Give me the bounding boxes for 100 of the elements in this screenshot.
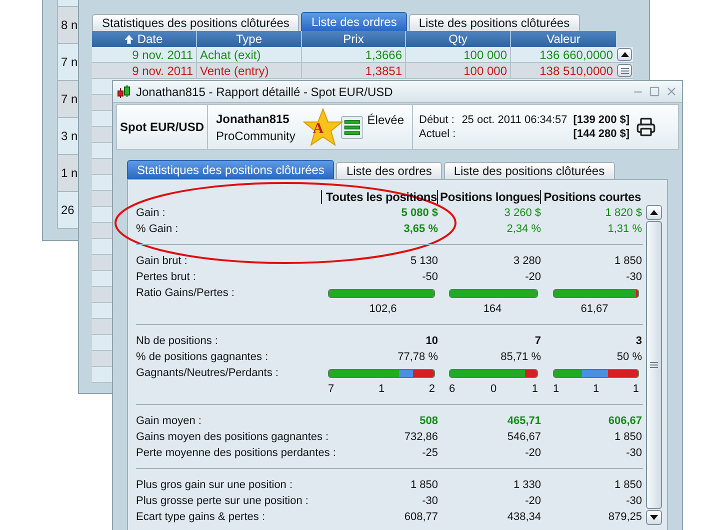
stat-value: 85,71 % — [500, 351, 542, 363]
stat-value: -25 — [422, 447, 439, 459]
column-header: Positions longues — [437, 190, 540, 204]
stat-value: 3 — [636, 335, 643, 347]
stat-value: 508 — [420, 415, 439, 427]
tab[interactable]: Liste des positions clôturées — [408, 14, 580, 31]
stat-label: Gain brut : — [136, 255, 188, 267]
table-cell: 138 510,0000 — [510, 63, 616, 78]
outcome-count: 2 — [428, 383, 435, 395]
outcome-count: 1 — [632, 383, 639, 395]
tab[interactable]: Liste des positions clôturées — [444, 162, 615, 179]
ratio-value: 61,67 — [580, 303, 608, 315]
stat-value: 1 850 — [410, 479, 439, 491]
stat-label: Ratio Gains/Pertes : — [136, 287, 236, 299]
stat-value: -20 — [525, 495, 542, 507]
stat-value: 1 850 — [614, 431, 643, 443]
stat-value: 732,86 — [404, 431, 439, 443]
stat-value: 3 260 $ — [504, 207, 542, 219]
date-cell: 7 n — [61, 55, 78, 69]
stat-value: 608,77 — [404, 511, 439, 523]
outcome-count: 1 — [553, 383, 560, 395]
stat-value: 546,67 — [507, 431, 542, 443]
date-cell: 7 n — [61, 92, 78, 106]
table-cell-text: 9 nov. 2011 — [131, 47, 194, 62]
current-value: [144 280 $] — [573, 128, 630, 140]
table-row[interactable]: 9 nov. 2011 Achat (exit) 1,3666 100 000 136 660,0000 — [92, 47, 633, 63]
community-label: ProCommunity — [216, 128, 296, 142]
outcome-count: 1 — [532, 383, 538, 395]
stat-value: 879,25 — [608, 511, 643, 523]
stat-value: 3,65 % — [404, 223, 439, 235]
stat-label: Gagnants/Neutres/Perdants : — [136, 367, 280, 379]
stat-value: -20 — [525, 447, 542, 459]
column-header[interactable]: Valeur — [510, 31, 616, 47]
column-header[interactable]: Qty — [405, 31, 510, 47]
stat-value: 5 080 $ — [401, 207, 439, 219]
start-date: 25 oct. 2011 06:34:57 — [462, 114, 568, 126]
risk-label: Élevée — [367, 113, 404, 127]
column-header: Positions courtes — [540, 190, 641, 204]
stat-value: -50 — [422, 271, 439, 283]
stat-label: Plus grosse perte sur une position : — [136, 495, 308, 507]
table-cell: 136 660,0000 — [510, 47, 616, 62]
column-header[interactable]: Prix — [301, 31, 405, 47]
stat-value: 465,71 — [507, 415, 542, 427]
stat-label: Pertes brut : — [136, 271, 196, 283]
stat-value: 1 330 — [513, 479, 542, 491]
outcome-count: 0 — [490, 383, 497, 395]
rank-letter: A — [312, 120, 324, 138]
stat-label: Plus gros gain sur une position : — [136, 479, 293, 491]
table-cell: 1,3666 — [301, 47, 405, 62]
table-cell: 1,3851 — [301, 63, 405, 78]
table-row[interactable]: 9 nov. 2011 Vente (entry) 1,3851 100 000 138 510,0000 — [92, 63, 633, 79]
stat-value: 3 280 — [513, 255, 542, 267]
stat-value: 1 820 $ — [605, 207, 643, 219]
ratio-value: 102,6 — [368, 303, 397, 315]
stat-label: Ecart type gains & pertes : — [136, 511, 266, 523]
stat-value: 2,34 % — [506, 223, 542, 235]
tab[interactable]: Statistiques des positions clôturées — [92, 14, 300, 31]
stat-value: 606,67 — [608, 415, 643, 427]
stat-value: -30 — [626, 447, 643, 459]
current-label: Actuel : — [419, 128, 456, 140]
stat-value: 10 — [426, 335, 439, 347]
tab[interactable]: Statistiques des positions clôturées — [127, 160, 334, 179]
tab[interactable]: Liste des ordres — [301, 12, 407, 31]
stat-label: Perte moyenne des positions perdantes : — [136, 447, 336, 459]
stat-value: 77,78 % — [398, 351, 439, 363]
date-cell: 26 — [61, 203, 74, 217]
column-header[interactable]: Type — [196, 31, 301, 47]
start-value: [139 200 $] — [573, 114, 630, 126]
trader-name: Jonathan815 — [216, 112, 290, 126]
stat-label: % Gain : — [136, 223, 178, 235]
outcome-count: 6 — [449, 383, 456, 395]
table-cell: Vente (entry) — [196, 63, 301, 78]
outcome-count: 1 — [592, 383, 600, 395]
stat-value: -30 — [422, 495, 439, 507]
stat-value: 1 850 — [614, 479, 643, 491]
stat-value: -20 — [525, 271, 542, 283]
ratio-value: 164 — [482, 303, 502, 315]
stat-value: -30 — [626, 495, 643, 507]
stat-label: Gain : — [136, 207, 166, 219]
stat-label: % de positions gagnantes : — [136, 351, 268, 363]
stat-label: Gains moyen des positions gagnantes : — [136, 431, 329, 443]
table-cell: Achat (exit) — [196, 47, 301, 62]
date-cell: 1 n — [61, 166, 78, 180]
date-cell: 3 n — [61, 129, 78, 143]
stat-label: Nb de positions : — [136, 335, 218, 347]
table-cell: 100 000 — [405, 47, 510, 62]
instrument-label: Spot EUR/USD — [120, 120, 204, 134]
window-title: Jonathan815 - Rapport détaillé - Spot EUR/USD — [136, 84, 393, 98]
stat-label: Gain moyen : — [136, 415, 202, 427]
stat-value: 1,31 % — [608, 223, 643, 235]
stat-value: -30 — [626, 271, 643, 283]
outcome-count: 1 — [378, 383, 385, 395]
stat-value: 5 130 — [410, 255, 439, 267]
tab[interactable]: Liste des ordres — [336, 162, 442, 179]
stat-value: 1 850 — [614, 255, 643, 267]
column-header[interactable]: Date — [92, 31, 196, 47]
stat-value: 50 % — [616, 351, 643, 363]
date-cell: 8 n — [61, 18, 78, 32]
stat-value: 438,34 — [507, 511, 542, 523]
table-cell: 100 000 — [405, 63, 510, 78]
